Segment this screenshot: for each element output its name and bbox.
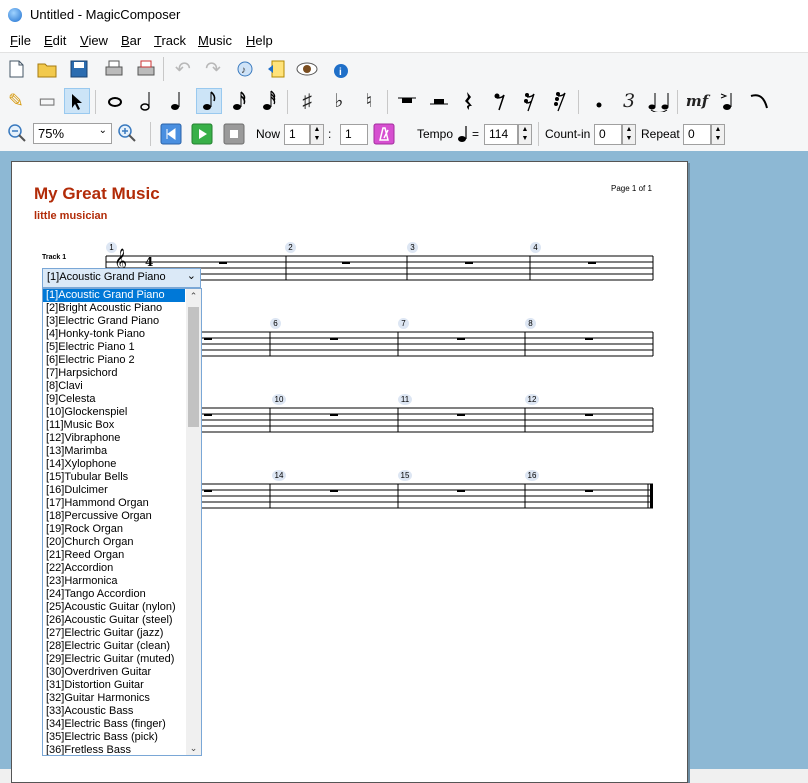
staff-system-3 [200, 407, 654, 433]
instrument-option[interactable]: [20]Church Organ [43, 536, 201, 549]
scroll-up-icon[interactable]: ⌃ [186, 289, 201, 303]
instrument-option[interactable]: [22]Accordion [43, 562, 201, 575]
instrument-option[interactable]: [17]Hammond Organ [43, 497, 201, 510]
instrument-option[interactable]: [12]Vibraphone [43, 432, 201, 445]
instrument-option[interactable]: [7]Harpsichord [43, 367, 201, 380]
instrument-option[interactable]: [8]Clavi [43, 380, 201, 393]
instrument-option[interactable]: [27]Electric Guitar (jazz) [43, 627, 201, 640]
instrument-option[interactable]: [18]Percussive Organ [43, 510, 201, 523]
bar-number: 2 [285, 242, 296, 253]
rest [330, 338, 338, 340]
rest [585, 338, 593, 340]
rest [457, 338, 465, 340]
instrument-option[interactable]: [1]Acoustic Grand Piano [43, 289, 185, 302]
rest [457, 414, 465, 416]
bar-number: 11 [398, 394, 412, 405]
rest [457, 490, 465, 492]
rest [585, 490, 593, 492]
instrument-option[interactable]: [9]Celesta [43, 393, 201, 406]
scroll-down-icon[interactable]: ⌄ [186, 741, 201, 755]
instrument-option[interactable]: [32]Guitar Harmonics [43, 692, 201, 705]
instrument-option[interactable]: [2]Bright Acoustic Piano [43, 302, 201, 315]
bar-number: 4 [530, 242, 541, 253]
rest [585, 414, 593, 416]
instrument-option[interactable]: [33]Acoustic Bass [43, 705, 201, 718]
instrument-option[interactable]: [3]Electric Grand Piano [43, 315, 201, 328]
instrument-option[interactable]: [10]Glockenspiel [43, 406, 201, 419]
instrument-option[interactable]: [19]Rock Organ [43, 523, 201, 536]
bar-number: 14 [272, 470, 286, 481]
time-signature: 4 [145, 255, 153, 269]
bar-number: 6 [270, 318, 281, 329]
bar-number: 8 [525, 318, 536, 329]
rest [330, 490, 338, 492]
instrument-option[interactable]: [36]Fretless Bass [43, 744, 201, 755]
final-barline [650, 484, 653, 508]
dropdown-scrollbar[interactable]: ⌃ ⌄ [186, 289, 201, 755]
instrument-option[interactable]: [29]Electric Guitar (muted) [43, 653, 201, 666]
instrument-option[interactable]: [16]Dulcimer [43, 484, 201, 497]
instrument-option[interactable]: [11]Music Box [43, 419, 201, 432]
instrument-option[interactable]: [26]Acoustic Guitar (steel) [43, 614, 201, 627]
staff-system-2 [200, 331, 654, 357]
rest [204, 338, 212, 340]
rest [330, 414, 338, 416]
rest [465, 262, 473, 264]
instrument-select[interactable]: [1]Acoustic Grand Piano ⌄ [42, 268, 201, 288]
instrument-option[interactable]: [31]Distortion Guitar [43, 679, 201, 692]
bar-number: 1 [106, 242, 117, 253]
chevron-down-icon: ⌄ [186, 270, 196, 282]
rest [204, 414, 212, 416]
instrument-option[interactable]: [4]Honky-tonk Piano [43, 328, 201, 341]
instrument-dropdown-list[interactable]: [1]Acoustic Grand Piano [2]Bright Acousti… [42, 288, 202, 756]
instrument-option[interactable]: [5]Electric Piano 1 [43, 341, 201, 354]
staff-system-4 [200, 483, 653, 509]
instrument-option[interactable]: [28]Electric Guitar (clean) [43, 640, 201, 653]
rest [204, 490, 212, 492]
instrument-option[interactable]: [34]Electric Bass (finger) [43, 718, 201, 731]
bar-number: 12 [525, 394, 539, 405]
rest [342, 262, 350, 264]
instrument-option[interactable]: [21]Reed Organ [43, 549, 201, 562]
instrument-option[interactable]: [14]Xylophone [43, 458, 201, 471]
instrument-option[interactable]: [24]Tango Accordion [43, 588, 201, 601]
instrument-option[interactable]: [13]Marimba [43, 445, 201, 458]
instrument-option[interactable]: [15]Tubular Bells [43, 471, 201, 484]
instrument-option[interactable]: [30]Overdriven Guitar [43, 666, 201, 679]
rest [588, 262, 596, 264]
bar-number: 3 [407, 242, 418, 253]
instrument-option[interactable]: [6]Electric Piano 2 [43, 354, 201, 367]
bar-number: 7 [398, 318, 409, 329]
bar-number: 16 [525, 470, 539, 481]
instrument-option[interactable]: [25]Acoustic Guitar (nylon) [43, 601, 201, 614]
scroll-thumb[interactable] [188, 307, 199, 427]
rest [219, 262, 227, 264]
instrument-option[interactable]: [35]Electric Bass (pick) [43, 731, 201, 744]
instrument-option[interactable]: [23]Harmonica [43, 575, 201, 588]
bar-number: 10 [272, 394, 286, 405]
bar-number: 15 [398, 470, 412, 481]
